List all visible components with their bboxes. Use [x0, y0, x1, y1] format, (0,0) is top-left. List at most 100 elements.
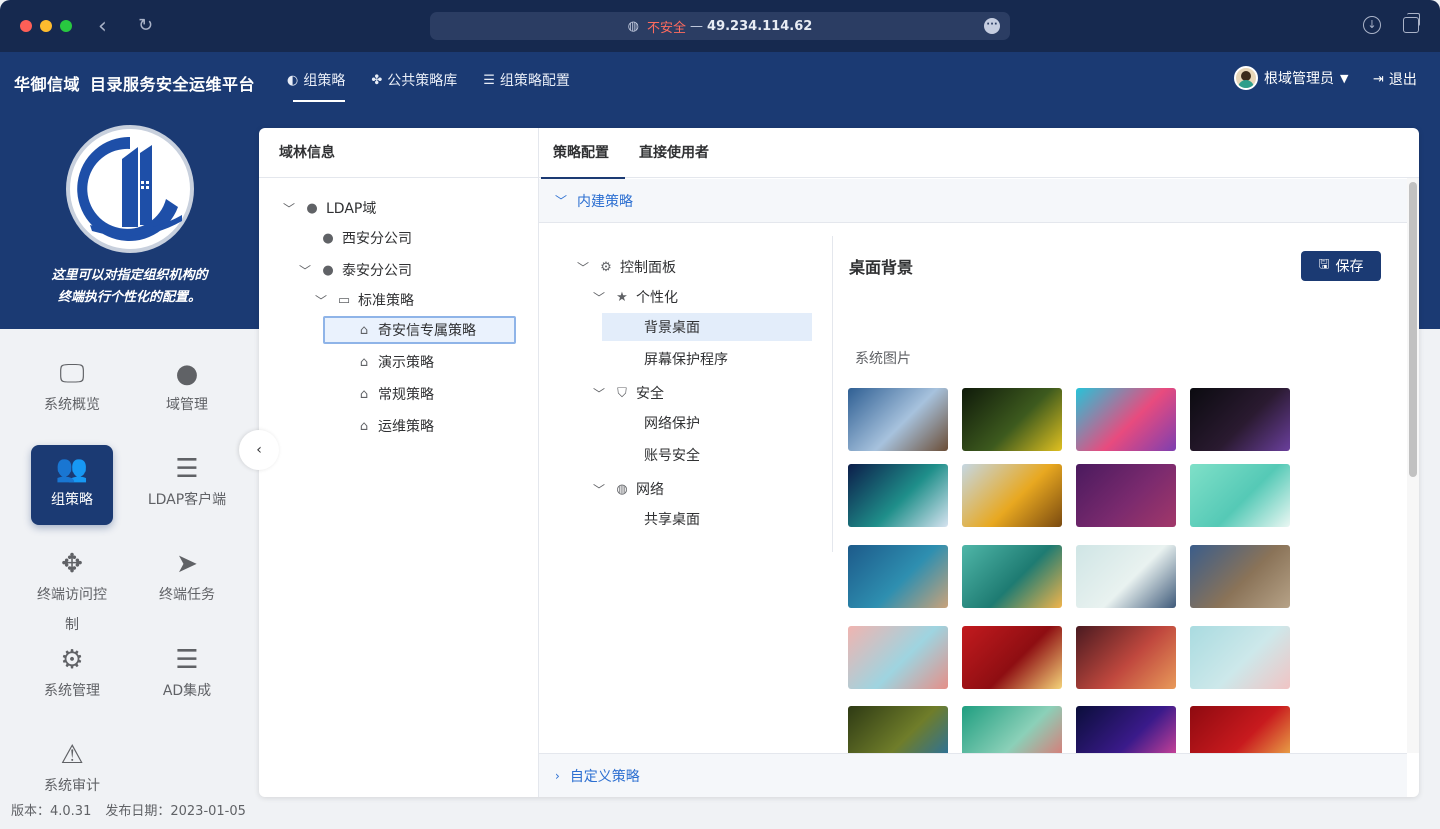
red-new-year-wallpaper[interactable] — [1190, 706, 1290, 753]
close-window-button[interactable] — [20, 20, 32, 32]
policy-node-shared-desktop[interactable]: 共享桌面 — [644, 505, 700, 533]
policy-tree-selection — [602, 313, 812, 341]
custom-policy-header[interactable]: › 自定义策略 — [539, 753, 1407, 797]
ribbon-wallpaper[interactable] — [1076, 388, 1176, 451]
wallpaper-gallery — [848, 388, 1298, 753]
policy-node-label: 网络 — [636, 482, 664, 498]
policy-node-personalization[interactable]: ﹀ ★ 个性化 — [591, 283, 678, 311]
globe-icon: ◍ — [616, 481, 628, 497]
aurora-wallpaper[interactable] — [848, 464, 948, 527]
users-icon: 👥 — [55, 454, 89, 484]
logout-button[interactable]: ⇥ 退出 — [1373, 69, 1417, 89]
chevron-down-icon: ﹀ — [555, 194, 568, 208]
policy-node-label: 控制面板 — [620, 260, 676, 276]
tab-direct-users[interactable]: 直接使用者 — [639, 128, 709, 178]
policy-node-network-protection[interactable]: 网络保护 — [644, 409, 700, 437]
policy-node-screensaver[interactable]: 屏幕保护程序 — [644, 345, 728, 373]
menu-group-policy[interactable]: 👥 组策略 — [31, 445, 113, 525]
desert-lake-wallpaper[interactable] — [1190, 545, 1290, 608]
chevron-down-icon[interactable]: ﹀ — [591, 481, 607, 498]
canyon-wallpaper[interactable] — [1076, 626, 1176, 689]
system-images-label: 系统图片 — [855, 351, 911, 367]
red-celebration-wallpaper[interactable] — [962, 626, 1062, 689]
scrollbar[interactable] — [1407, 178, 1419, 753]
sunflower-wallpaper[interactable] — [962, 464, 1062, 527]
menu-ldap-client[interactable]: ☰ LDAP客户端 — [146, 445, 228, 525]
nav-group-policy-config[interactable]: ☰ 组策略配置 — [483, 52, 570, 108]
nav-group-policy[interactable]: ◐ 组策略 — [287, 52, 346, 108]
policy-node-account-security[interactable]: 账号安全 — [644, 441, 700, 469]
tree-node-ops-policy[interactable]: ⌂ 运维策略 — [357, 412, 434, 440]
address-separator: — — [690, 18, 704, 34]
festival-lights-wallpaper[interactable] — [1076, 706, 1176, 753]
menu-system-management[interactable]: ⚙ 系统管理 — [31, 636, 113, 716]
tree-node-standard-policy[interactable]: ﹀ ▭ 标准策略 — [313, 286, 414, 314]
green-shape-wallpaper[interactable] — [962, 706, 1062, 753]
paper-plane-icon: ➤ — [176, 549, 198, 579]
menu-terminal-access-control[interactable]: ✥ 终端访问控 制 — [31, 540, 113, 636]
nav-label: 公共策略库 — [387, 73, 458, 89]
tree-node-demo-policy[interactable]: ⌂ 演示策略 — [357, 348, 434, 376]
menu-ad-integration[interactable]: ☰ AD集成 — [146, 636, 228, 716]
server-icon: ☰ — [483, 72, 495, 88]
chevron-down-icon[interactable]: ﹀ — [297, 262, 313, 279]
menu-system-overview[interactable]: 🖵 系统概览 — [31, 350, 113, 430]
builtin-policy-header[interactable]: ﹀ 内建策略 — [539, 179, 1407, 223]
kingfisher-wallpaper[interactable] — [848, 706, 948, 753]
globe-icon: ● — [175, 359, 199, 389]
tree-node-regular-policy[interactable]: ⌂ 常规策略 — [357, 380, 434, 408]
mint-wallpaper[interactable] — [1190, 464, 1290, 527]
tree-node-label: 泰安分公司 — [342, 263, 412, 279]
tree-node-label: LDAP域 — [326, 201, 377, 217]
policy-node-label: 共享桌面 — [644, 512, 700, 528]
horse-wallpaper[interactable] — [1190, 388, 1290, 451]
policy-node-label: 屏幕保护程序 — [644, 352, 728, 368]
policy-node-label: 账号安全 — [644, 448, 700, 464]
tag-icon: ⌂ — [359, 354, 369, 370]
shield-icon: ⛉ — [617, 385, 627, 401]
chevron-down-icon[interactable]: ﹀ — [591, 289, 607, 306]
menu-domain-management[interactable]: ● 域管理 — [146, 350, 228, 430]
tab-policy-config[interactable]: 策略配置 — [541, 128, 625, 179]
nav-public-policy-library[interactable]: ✤ 公共策略库 — [371, 52, 457, 108]
chevron-down-icon[interactable]: ﹀ — [281, 200, 297, 217]
pink-architecture-wallpaper[interactable] — [848, 626, 948, 689]
minimize-window-button[interactable] — [40, 20, 52, 32]
globe-icon: ● — [322, 230, 334, 246]
building-wallpaper[interactable] — [1076, 545, 1176, 608]
menu-label: 组策略 — [51, 492, 93, 508]
tree-node-taian-branch[interactable]: ﹀ ● 泰安分公司 — [297, 256, 412, 284]
scrollbar-thumb[interactable] — [1409, 182, 1417, 477]
reload-icon[interactable]: ↻ — [138, 15, 153, 36]
zoom-window-button[interactable] — [60, 20, 72, 32]
policy-node-control-panel[interactable]: ﹀ ⚙ 控制面板 — [575, 253, 676, 281]
menu-system-audit[interactable]: ⚠ 系统审计 — [31, 731, 113, 795]
purple-gradient-wallpaper[interactable] — [1076, 464, 1176, 527]
mountain-wallpaper[interactable] — [848, 388, 948, 451]
policy-node-desktop-background[interactable]: 背景桌面 — [644, 313, 700, 341]
policy-node-network[interactable]: ﹀ ◍ 网络 — [591, 475, 664, 503]
teal-dune-wallpaper[interactable] — [962, 545, 1062, 608]
save-button[interactable]: 🖫 保存 — [1301, 251, 1381, 281]
menu-terminal-tasks[interactable]: ➤ 终端任务 — [146, 540, 228, 620]
chevron-right-icon: › — [555, 768, 560, 783]
more-options-icon[interactable]: ··· — [984, 18, 1000, 34]
chevron-down-icon[interactable]: ﹀ — [313, 292, 329, 309]
tree-node-xian-branch[interactable]: ● 西安分公司 — [321, 224, 412, 252]
chevron-down-icon[interactable]: ﹀ — [591, 385, 607, 402]
version-label: 版本：4.0.31 — [11, 804, 92, 819]
chevron-down-icon[interactable]: ﹀ — [575, 259, 591, 276]
back-arrow-icon[interactable]: ‹ — [98, 14, 107, 39]
download-icon[interactable]: ↓ — [1363, 16, 1381, 34]
flamingo-wallpaper[interactable] — [1190, 626, 1290, 689]
tabs-overview-icon[interactable] — [1403, 13, 1420, 33]
policy-node-security[interactable]: ﹀ ⛉ 安全 — [591, 379, 664, 407]
tree-node-ldap-domain[interactable]: ﹀ ● LDAP域 — [281, 194, 376, 222]
collapse-panel-button[interactable]: ‹ — [239, 430, 279, 470]
address-bar[interactable]: ◍ 不安全 — 49.234.114.62 ··· — [430, 12, 1010, 40]
coast-wallpaper[interactable] — [848, 545, 948, 608]
tree-node-qianxin-policy[interactable]: ⌂ 奇安信专属策略 — [357, 316, 476, 344]
release-date-label: 发布日期：2023-01-05 — [105, 804, 246, 819]
yellow-flowers-wallpaper[interactable] — [962, 388, 1062, 451]
user-menu[interactable]: 根域管理员 ▼ — [1234, 66, 1348, 90]
